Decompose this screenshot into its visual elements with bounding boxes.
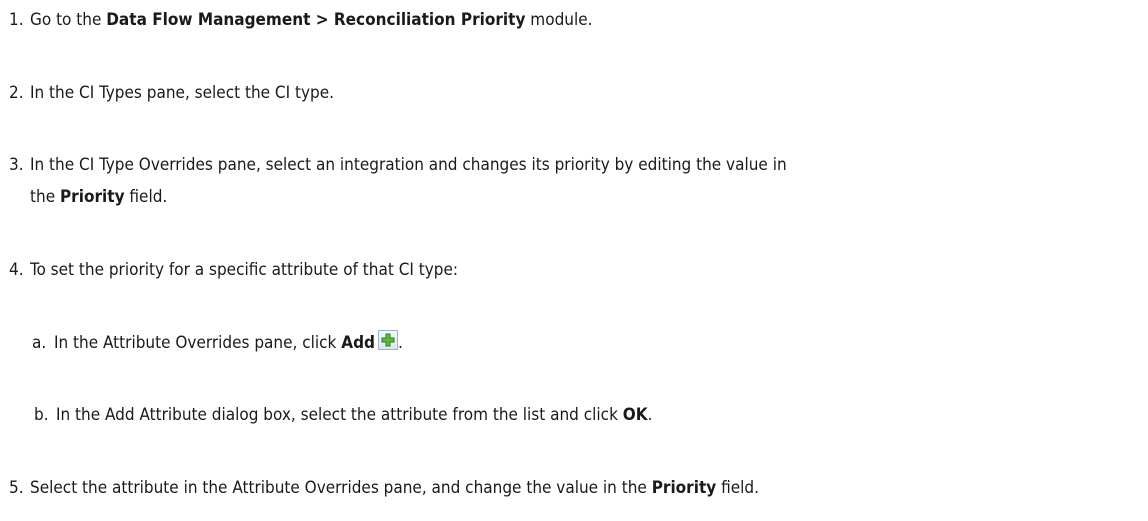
substep-letter: a. bbox=[32, 333, 47, 353]
step-text: In the CI Types pane, select the CI type… bbox=[30, 83, 334, 103]
step-text: . bbox=[647, 405, 653, 425]
step-number: 5. bbox=[9, 478, 24, 498]
step-text: To set the priority for a specific attri… bbox=[30, 260, 459, 280]
step-1: 1. Go to the Data Flow Management > Recon… bbox=[9, 5, 1144, 35]
step-number: 3. bbox=[9, 155, 24, 175]
add-plus-icon bbox=[378, 330, 398, 350]
step-4: 4. To set the priority for a specific att… bbox=[9, 255, 1144, 285]
substep-a: a. In the Attribute Overrides pane, click… bbox=[32, 328, 403, 358]
step-text: In the CI Type Overrides pane, select an… bbox=[30, 155, 787, 175]
step-number: 2. bbox=[9, 83, 24, 103]
step-text: In the Attribute Overrides pane, click bbox=[54, 333, 342, 353]
substep-letter: b. bbox=[34, 405, 49, 425]
step-text: Go to the bbox=[30, 10, 107, 30]
step-number: 4. bbox=[9, 260, 24, 280]
step-2: 2. In the CI Types pane, select the CI ty… bbox=[9, 78, 1144, 108]
priority-field-label: Priority bbox=[59, 187, 125, 207]
substep-b: b. In the Add Attribute dialog box, selec… bbox=[34, 400, 653, 430]
step-text: Select the attribute in the Attribute Ov… bbox=[30, 478, 652, 498]
ok-button-label: OK bbox=[622, 405, 648, 425]
step-text: . bbox=[398, 333, 403, 353]
step-text: field. bbox=[124, 187, 168, 207]
add-button-label: Add bbox=[341, 333, 375, 353]
step-3: 3. In the CI Type Overrides pane, select … bbox=[9, 150, 1144, 180]
priority-field-label: Priority bbox=[651, 478, 717, 498]
step-5: 5. Select the attribute in the Attribute … bbox=[9, 473, 1144, 503]
step-text: the bbox=[30, 187, 60, 207]
step-text: field. bbox=[716, 478, 759, 498]
step-number: 1. bbox=[9, 10, 24, 30]
step-3-continuation: the Priority field. bbox=[30, 182, 167, 212]
menu-path: Data Flow Management > Reconciliation Pr… bbox=[106, 10, 526, 30]
step-text: In the Add Attribute dialog box, select … bbox=[56, 405, 623, 425]
step-text: module. bbox=[525, 10, 593, 30]
